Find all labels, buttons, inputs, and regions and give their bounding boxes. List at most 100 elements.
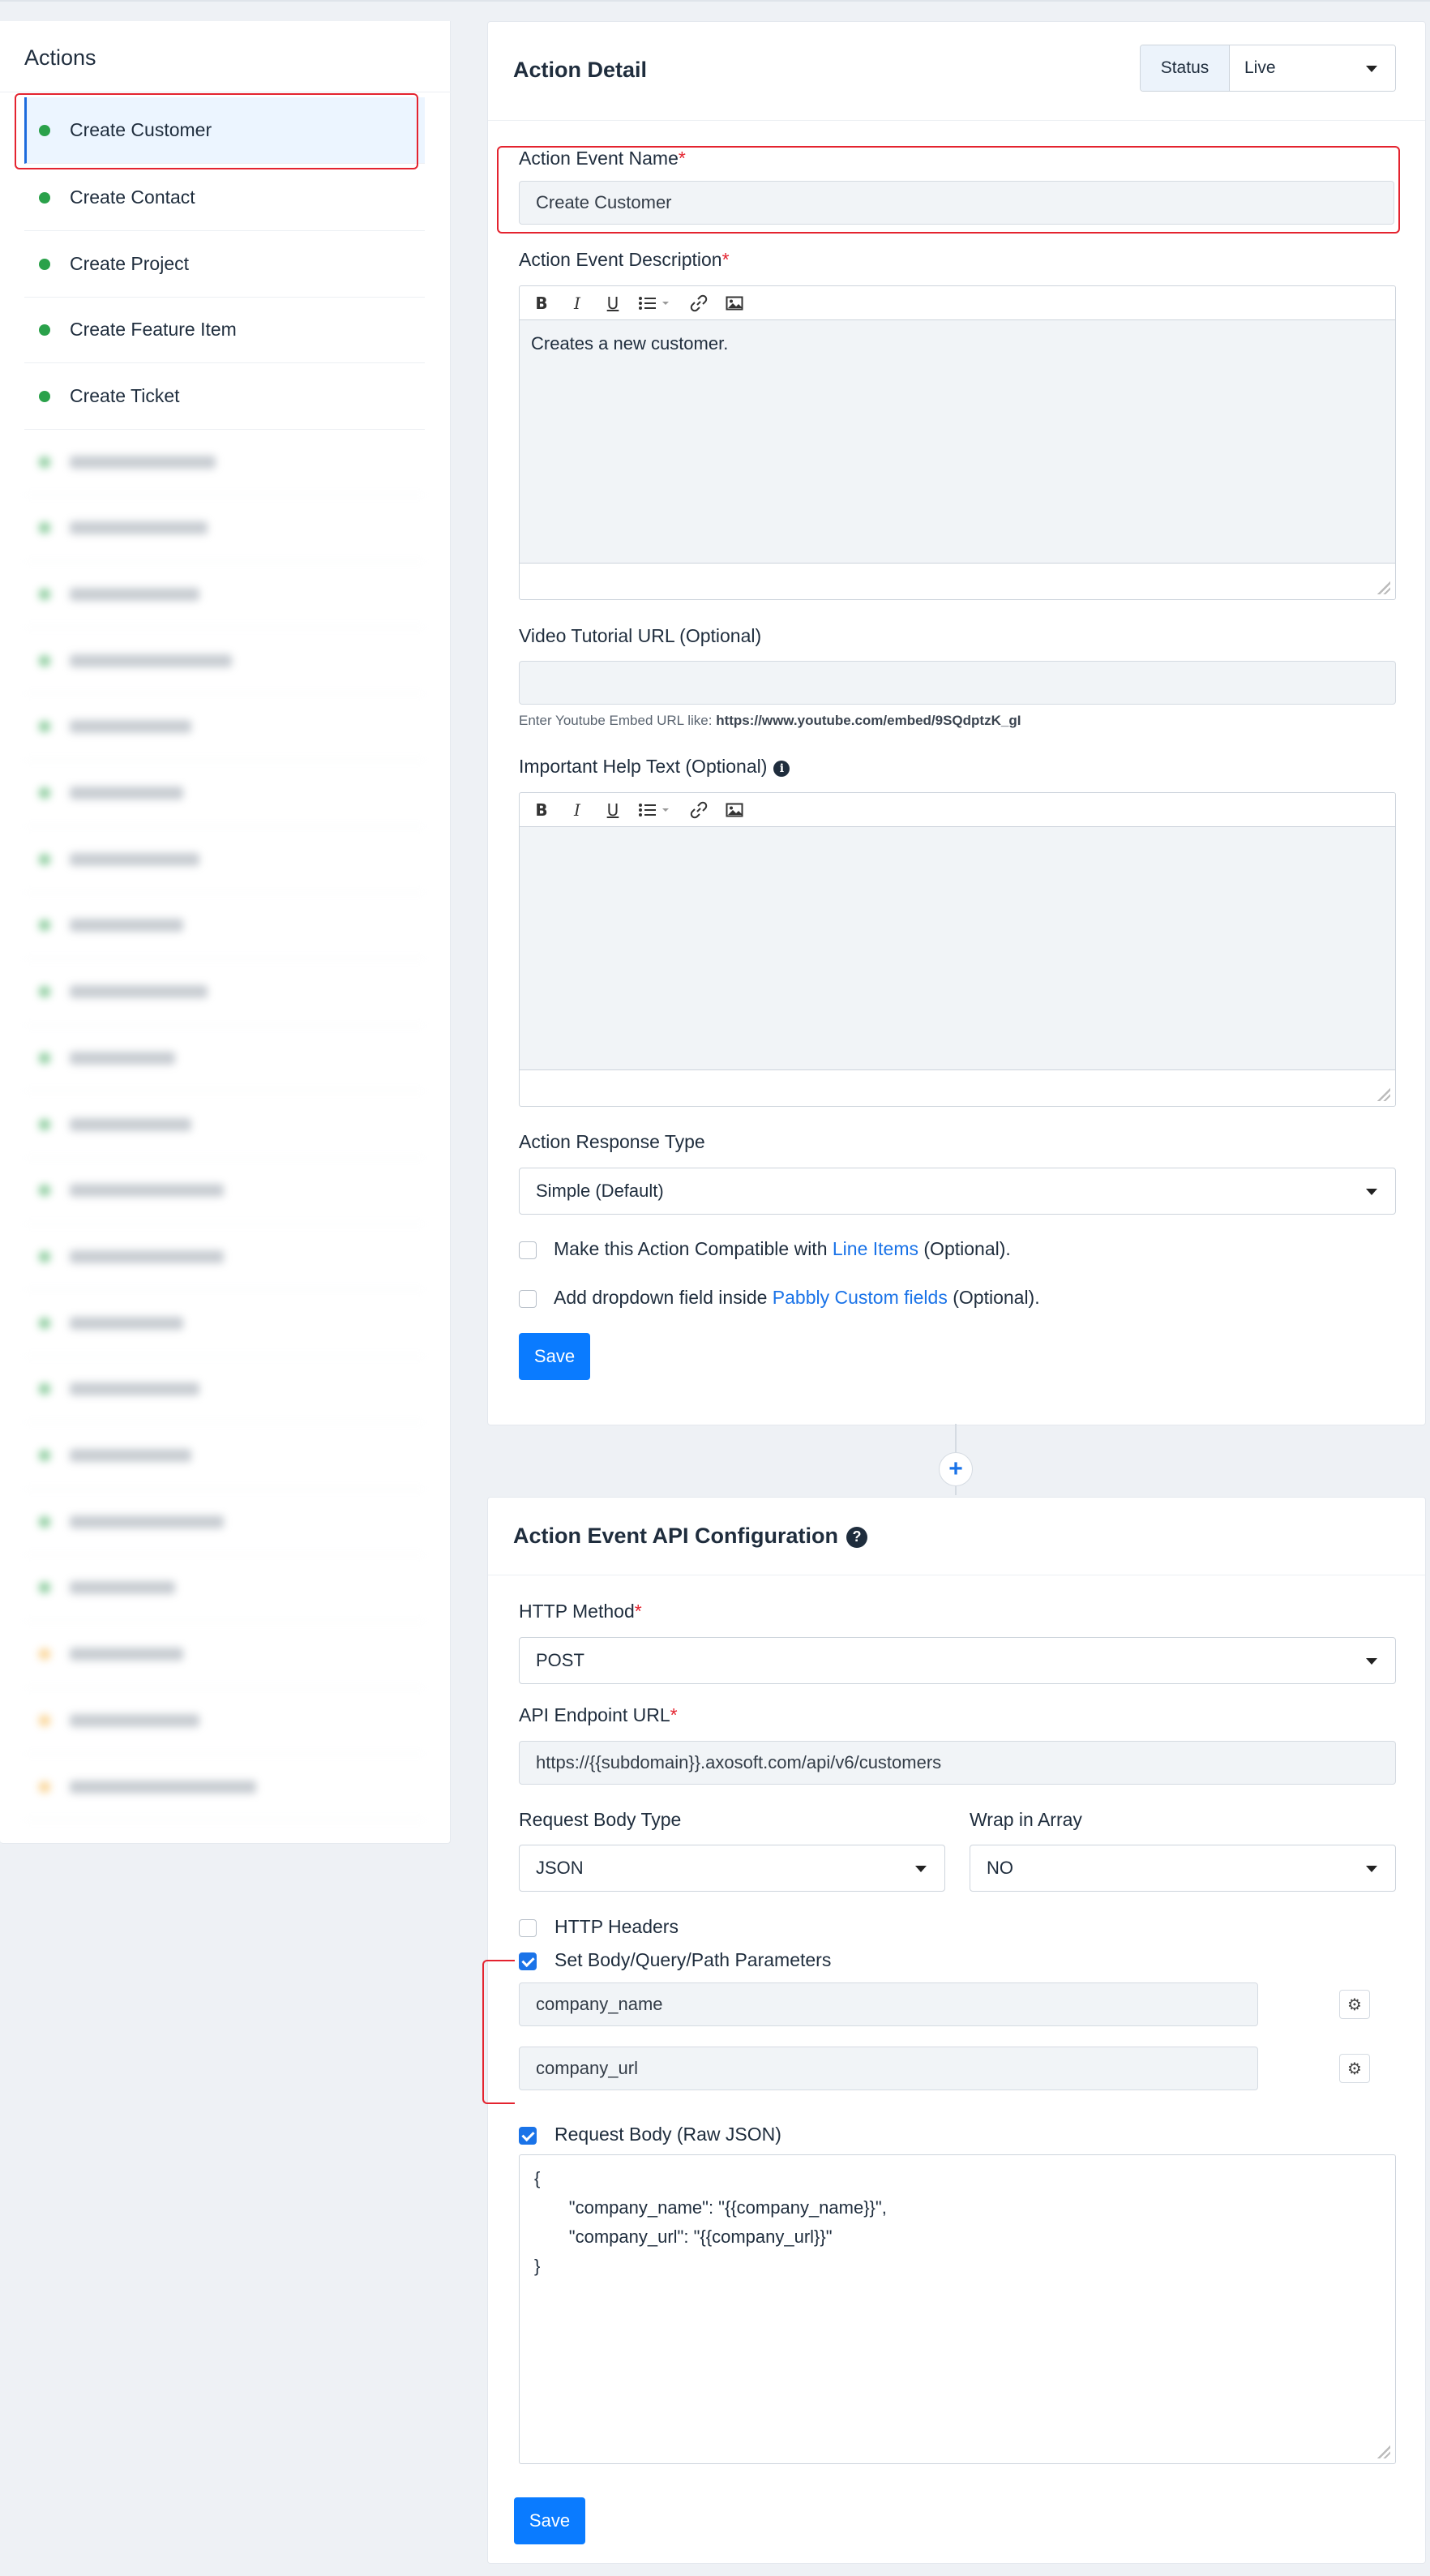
- sidebar-item-create-customer[interactable]: Create Customer: [24, 97, 425, 164]
- status-icon: [39, 1185, 50, 1197]
- status-icon: [39, 919, 50, 932]
- http-method-select[interactable]: POST: [519, 1637, 1396, 1684]
- sidebar-item-obscured[interactable]: [24, 826, 425, 894]
- sidebar-item-obscured[interactable]: [24, 1423, 425, 1489]
- italic-icon[interactable]: I: [565, 291, 589, 315]
- obscured-label: [70, 1648, 183, 1661]
- line-items-checkbox[interactable]: [519, 1241, 537, 1259]
- help-text-textarea[interactable]: [520, 827, 1395, 1070]
- bold-icon[interactable]: B: [529, 291, 554, 315]
- sidebar-item-obscured[interactable]: [24, 561, 425, 628]
- status-select[interactable]: Live: [1230, 45, 1395, 91]
- sidebar-item-obscured[interactable]: [24, 1290, 425, 1357]
- status-icon: [39, 588, 50, 600]
- line-items-label: Make this Action Compatible with Line It…: [554, 1238, 1011, 1259]
- status-control: Status Live: [1140, 45, 1396, 92]
- bold-icon[interactable]: B: [529, 798, 554, 822]
- save-button[interactable]: Save: [519, 1333, 590, 1380]
- status-icon: [39, 1450, 50, 1461]
- endpoint-input[interactable]: https://{{subdomain}}.axosoft.com/api/v6…: [519, 1741, 1396, 1785]
- params-label: Set Body/Query/Path Parameters: [554, 1949, 832, 1970]
- image-icon[interactable]: [722, 798, 747, 822]
- sidebar-item-create-project[interactable]: Create Project: [24, 231, 425, 298]
- event-desc-textarea[interactable]: Creates a new customer.: [520, 320, 1395, 564]
- obscured-label: [70, 1382, 199, 1396]
- sidebar-item-create-feature-item[interactable]: Create Feature Item: [24, 297, 425, 363]
- status-icon: [39, 853, 50, 865]
- chevron-down-icon: [1366, 1866, 1377, 1872]
- sidebar-item-obscured[interactable]: [24, 1622, 425, 1688]
- line-items-link[interactable]: Line Items: [833, 1238, 918, 1259]
- event-desc-editor: B I U Creates a new customer.: [519, 285, 1396, 600]
- highlight-bracket: [482, 1960, 515, 2104]
- sidebar-item-create-contact[interactable]: Create Contact: [24, 165, 425, 231]
- sidebar-item-obscured[interactable]: [24, 1357, 425, 1423]
- gear-icon[interactable]: ⚙: [1339, 2054, 1370, 2083]
- resize-handle-icon[interactable]: [1377, 2445, 1390, 2458]
- status-icon: [39, 787, 50, 799]
- underline-icon[interactable]: U: [601, 798, 625, 822]
- chevron-down-icon: [1366, 1189, 1377, 1195]
- sidebar-item-obscured[interactable]: [24, 959, 425, 1026]
- status-icon: [39, 1052, 50, 1064]
- save-button[interactable]: Save: [514, 2497, 585, 2544]
- dropdown-field-checkbox[interactable]: [519, 1290, 537, 1308]
- param-field-company-name[interactable]: company_name: [519, 1982, 1258, 2026]
- response-type-label: Action Response Type: [519, 1131, 705, 1152]
- add-step-icon[interactable]: +: [939, 1452, 973, 1486]
- sidebar-item-obscured[interactable]: [24, 495, 425, 562]
- params-checkbox[interactable]: [519, 1952, 537, 1970]
- sidebar-item-obscured[interactable]: [24, 1158, 425, 1224]
- response-type-select[interactable]: Simple (Default): [519, 1168, 1396, 1215]
- obscured-label: [70, 1316, 183, 1330]
- code-line: "company_name": "{{company_name}}",: [534, 2197, 887, 2218]
- sidebar-item-obscured[interactable]: [24, 1687, 425, 1755]
- obscured-label: [70, 521, 208, 535]
- link-icon[interactable]: [687, 798, 711, 822]
- top-border: [0, 0, 1430, 2]
- wrap-array-label: Wrap in Array: [970, 1809, 1082, 1830]
- event-name-input[interactable]: Create Customer: [519, 181, 1394, 225]
- panel-header: Action Event API Configuration?: [488, 1498, 1425, 1575]
- resize-handle-icon[interactable]: [1377, 581, 1390, 594]
- help-question-icon[interactable]: ?: [846, 1526, 867, 1548]
- video-url-input[interactable]: [519, 661, 1396, 705]
- http-headers-checkbox[interactable]: [519, 1919, 537, 1937]
- sidebar-item-obscured[interactable]: [24, 694, 425, 761]
- gear-icon[interactable]: ⚙: [1339, 1990, 1370, 2019]
- resize-handle-icon[interactable]: [1377, 1088, 1390, 1101]
- sidebar-item-obscured[interactable]: [24, 1754, 425, 1820]
- status-live-icon: [39, 191, 50, 204]
- sidebar-item-create-ticket[interactable]: Create Ticket: [24, 363, 425, 430]
- sidebar-item-obscured[interactable]: [24, 1555, 425, 1622]
- sidebar-item-obscured[interactable]: [24, 1224, 425, 1291]
- sidebar-item-obscured[interactable]: [24, 628, 425, 695]
- panel-header: Action Detail Status Live: [488, 22, 1425, 121]
- sidebar-item-obscured[interactable]: [24, 761, 425, 827]
- body-type-select[interactable]: JSON: [519, 1845, 945, 1892]
- image-icon[interactable]: [722, 291, 747, 315]
- link-icon[interactable]: [687, 291, 711, 315]
- underline-icon[interactable]: U: [601, 291, 625, 315]
- param-field-company-url[interactable]: company_url: [519, 2047, 1258, 2090]
- obscured-label: [70, 1713, 199, 1727]
- status-icon: [39, 654, 50, 667]
- code-line: {: [534, 2168, 541, 2188]
- italic-icon[interactable]: I: [565, 798, 589, 822]
- sidebar-item-obscured[interactable]: [24, 1025, 425, 1092]
- status-icon: [39, 1317, 50, 1329]
- raw-body-label: Request Body (Raw JSON): [554, 2124, 781, 2145]
- obscured-label: [70, 1051, 175, 1065]
- chevron-down-icon: [915, 1866, 927, 1872]
- list-icon[interactable]: [636, 291, 675, 315]
- sidebar-item-obscured[interactable]: [24, 1489, 425, 1556]
- sidebar-item-obscured[interactable]: [24, 429, 425, 495]
- wrap-array-select[interactable]: NO: [970, 1845, 1396, 1892]
- event-name-label: Action Event Name*: [519, 148, 686, 169]
- list-icon[interactable]: [636, 798, 675, 822]
- sidebar-item-obscured[interactable]: [24, 893, 425, 959]
- sidebar-item-obscured[interactable]: [24, 1091, 425, 1158]
- raw-body-checkbox[interactable]: [519, 2127, 537, 2145]
- pabbly-custom-fields-link[interactable]: Pabbly Custom fields: [773, 1287, 948, 1308]
- raw-body-textarea[interactable]: { "company_name": "{{company_name}}", "c…: [519, 2154, 1396, 2464]
